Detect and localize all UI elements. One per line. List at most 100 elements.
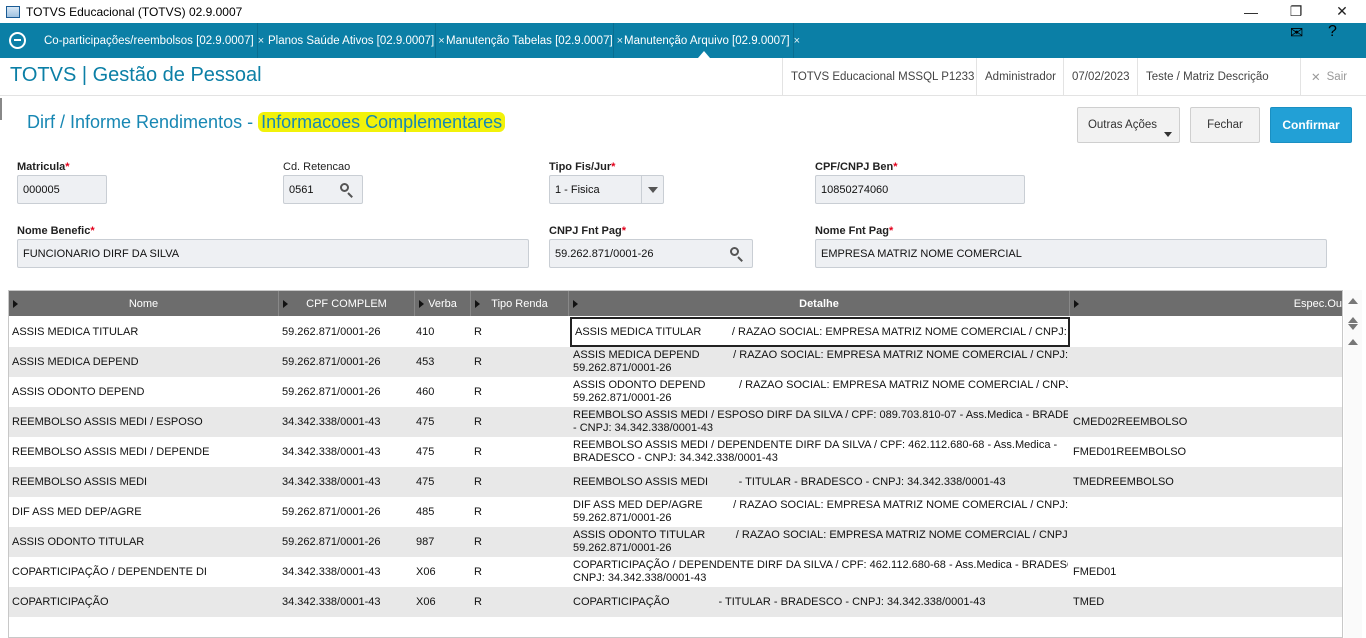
column-header-espec[interactable]: Espec.Ou: [1070, 291, 1342, 316]
cell-verba: X06: [416, 595, 436, 608]
cpf-cnpj-ben-field[interactable]: 10850274060: [815, 175, 1025, 204]
cell-detalhe-selected[interactable]: ASSIS MEDICA TITULAR / RAZAO SOCIAL: EMP…: [570, 317, 1070, 347]
cell-tipo-renda: R: [474, 385, 482, 398]
cell-verba: 410: [416, 325, 435, 338]
cell-nome: ASSIS ODONTO TITULAR: [12, 535, 145, 548]
scroll-up-page-icon[interactable]: [1347, 336, 1359, 348]
cell-tipo-renda: R: [474, 445, 482, 458]
matricula-label: Matricula*: [17, 161, 70, 173]
chevron-down-icon[interactable]: [641, 176, 663, 203]
cell-cpf-complem: 59.262.871/0001-26: [282, 535, 381, 548]
table-row[interactable]: REEMBOLSO ASSIS MEDI 34.342.338/0001-43 47…: [9, 467, 1342, 497]
grid-scrollbar[interactable]: [1344, 290, 1362, 638]
sort-arrow-icon: [1074, 300, 1079, 308]
detalhe-line-2: - CNPJ: 34.342.338/0001-43: [573, 422, 714, 434]
cell-tipo-renda: R: [474, 355, 482, 368]
cell-espec: FMED01: [1073, 565, 1117, 578]
cnpj-fnt-pag-field[interactable]: 59.262.871/0001-26: [549, 239, 753, 268]
tab-close-icon[interactable]: ×: [794, 35, 800, 47]
cpf-cnpj-ben-label: CPF/CNPJ Ben*: [815, 161, 898, 173]
table-row[interactable]: REEMBOLSO ASSIS MEDI / DEPENDE 34.342.338…: [9, 437, 1342, 467]
tipo-fis-jur-select[interactable]: 1 - Fisica: [549, 175, 664, 204]
detalhe-line-1: ASSIS MEDICA TITULAR / RAZAO SOCIAL: EMP…: [575, 325, 1070, 338]
tab-label: Planos Saúde Ativos [02.9.0007]: [268, 34, 435, 47]
cell-detalhe[interactable]: DIF ASS MED DEP/AGRE / RAZAO SOCIAL: EMP…: [573, 497, 1068, 527]
cd-retencao-label: Cd. Retencao: [283, 161, 351, 173]
window-titlebar: TOTVS Educacional (TOTVS) 02.9.0007 — ❐ …: [0, 0, 1366, 23]
table-row[interactable]: ASSIS ODONTO DEPEND 59.262.871/0001-26 460…: [9, 377, 1342, 407]
confirmar-button[interactable]: Confirmar: [1270, 107, 1352, 143]
cell-cpf-complem: 59.262.871/0001-26: [282, 355, 381, 368]
table-row[interactable]: COPARTICIPAÇÃO 34.342.338/0001-43 X06 R TMED…: [9, 587, 1342, 617]
column-header-tipo-renda[interactable]: Tipo Renda: [471, 291, 569, 316]
search-icon[interactable]: [340, 183, 354, 198]
cell-nome: COPARTICIPAÇÃO: [12, 595, 109, 608]
cell-detalhe[interactable]: COPARTICIPAÇÃO / DEPENDENTE DIRF DA SILV…: [573, 557, 1068, 587]
tab-label: Manutenção Tabelas [02.9.0007]: [446, 34, 613, 47]
tab-planos-saude[interactable]: Planos Saúde Ativos [02.9.0007] ×: [258, 23, 445, 58]
tab-coparticipacoes[interactable]: Co-participações/reembolsos [02.9.0007] …: [34, 23, 264, 58]
cell-espec: CMED02REEMBOLSO: [1073, 415, 1188, 428]
restore-button[interactable]: ❐: [1273, 0, 1319, 23]
mail-icon[interactable]: ✉: [1290, 23, 1328, 58]
home-button[interactable]: [0, 23, 34, 58]
cell-detalhe[interactable]: COPARTICIPAÇÃO - TITULAR - BRADESCO - CN…: [573, 587, 1068, 617]
cell-cpf-complem: 59.262.871/0001-26: [282, 325, 381, 338]
cnpj-fnt-pag-label: CNPJ Fnt Pag*: [549, 225, 627, 237]
outras-acoes-label: Outras Ações: [1087, 119, 1158, 131]
exit-button[interactable]: ✕ Sair: [1300, 58, 1355, 96]
cell-espec: [1073, 347, 1341, 377]
help-icon[interactable]: ?: [1328, 23, 1366, 58]
detalhe-line-1: REEMBOLSO ASSIS MEDI / ESPOSO DIRF DA SI…: [573, 409, 1068, 421]
detalhe-line-2: CNPJ: 34.342.338/0001-43: [573, 572, 707, 584]
cell-detalhe[interactable]: REEMBOLSO ASSIS MEDI / DEPENDENTE DIRF D…: [573, 437, 1068, 467]
outras-acoes-button[interactable]: Outras Ações: [1077, 107, 1180, 143]
scroll-up-icon[interactable]: [1347, 321, 1359, 333]
search-icon[interactable]: [730, 247, 744, 262]
table-row[interactable]: ASSIS MEDICA TITULAR 59.262.871/0001-26 41…: [9, 317, 1342, 347]
table-row[interactable]: COPARTICIPAÇÃO / DEPENDENTE DI 34.342.338…: [9, 557, 1342, 587]
cell-cpf-complem: 34.342.338/0001-43: [282, 445, 381, 458]
sort-arrow-icon: [475, 300, 480, 308]
column-header-cpf-complem[interactable]: CPF COMPLEM: [279, 291, 415, 316]
cell-nome: ASSIS MEDICA DEPEND: [12, 355, 139, 368]
matricula-field[interactable]: 000005: [17, 175, 107, 204]
cell-nome: REEMBOLSO ASSIS MEDI / ESPOSO: [12, 415, 203, 428]
tab-manutencao-tabelas[interactable]: Manutenção Tabelas [02.9.0007] ×: [436, 23, 623, 58]
table-row[interactable]: ASSIS MEDICA DEPEND 59.262.871/0001-26 453…: [9, 347, 1342, 377]
cell-espec: FMED01REEMBOLSO: [1073, 445, 1187, 458]
cell-nome: ASSIS MEDICA TITULAR: [12, 325, 139, 338]
exit-label: Sair: [1326, 71, 1348, 83]
table-row[interactable]: DIF ASS MED DEP/AGRE 59.262.871/0001-26 48…: [9, 497, 1342, 527]
table-row[interactable]: ASSIS ODONTO TITULAR 59.262.871/0001-26 98…: [9, 527, 1342, 557]
cell-detalhe[interactable]: ASSIS MEDICA DEPEND / RAZAO SOCIAL: EMPR…: [573, 347, 1068, 377]
table-row[interactable]: REEMBOLSO ASSIS MEDI / ESPOSO 34.342.338/…: [9, 407, 1342, 437]
cell-detalhe[interactable]: REEMBOLSO ASSIS MEDI - TITULAR - BRADESC…: [573, 467, 1068, 497]
column-header-verba[interactable]: Verba: [415, 291, 471, 316]
nome-benefic-label: Nome Benefic*: [17, 225, 95, 237]
nome-benefic-field[interactable]: FUNCIONARIO DIRF DA SILVA: [17, 239, 529, 268]
caret-down-icon: [1164, 132, 1172, 137]
cell-espec: TMED: [1073, 595, 1105, 608]
cell-verba: 475: [416, 445, 435, 458]
cell-detalhe[interactable]: REEMBOLSO ASSIS MEDI / ESPOSO DIRF DA SI…: [573, 407, 1068, 437]
close-window-button[interactable]: ✕: [1319, 0, 1365, 23]
column-header-nome[interactable]: Nome: [9, 291, 279, 316]
detalhe-line-2: 59.262.871/0001-26: [573, 542, 672, 554]
cell-detalhe[interactable]: ASSIS ODONTO DEPEND / RAZAO SOCIAL: EMPR…: [573, 377, 1068, 407]
cell-cpf-complem: 34.342.338/0001-43: [282, 595, 381, 608]
page-title-prefix: Dirf / Informe Rendimentos -: [27, 112, 259, 132]
detalhe-line-1: DIF ASS MED DEP/AGRE / RAZAO SOCIAL: EMP…: [573, 499, 1068, 511]
scroll-top-icon[interactable]: [1347, 295, 1359, 307]
fechar-button[interactable]: Fechar: [1190, 107, 1260, 143]
minimize-button[interactable]: —: [1228, 0, 1274, 23]
detalhe-line-1: ASSIS ODONTO TITULAR / RAZAO SOCIAL: EMP…: [573, 529, 1068, 541]
tab-manutencao-arquivo[interactable]: Manutenção Arquivo [02.9.0007] ×: [614, 23, 800, 58]
cell-espec: [1073, 527, 1341, 557]
cell-espec: [1073, 497, 1341, 527]
cd-retencao-field[interactable]: 0561: [283, 175, 363, 204]
detalhe-line-2: BRADESCO - CNPJ: 34.342.338/0001-43: [573, 452, 778, 464]
nome-fnt-pag-field[interactable]: EMPRESA MATRIZ NOME COMERCIAL: [815, 239, 1327, 268]
column-header-detalhe[interactable]: Detalhe: [569, 291, 1070, 316]
cell-detalhe[interactable]: ASSIS ODONTO TITULAR / RAZAO SOCIAL: EMP…: [573, 527, 1068, 557]
